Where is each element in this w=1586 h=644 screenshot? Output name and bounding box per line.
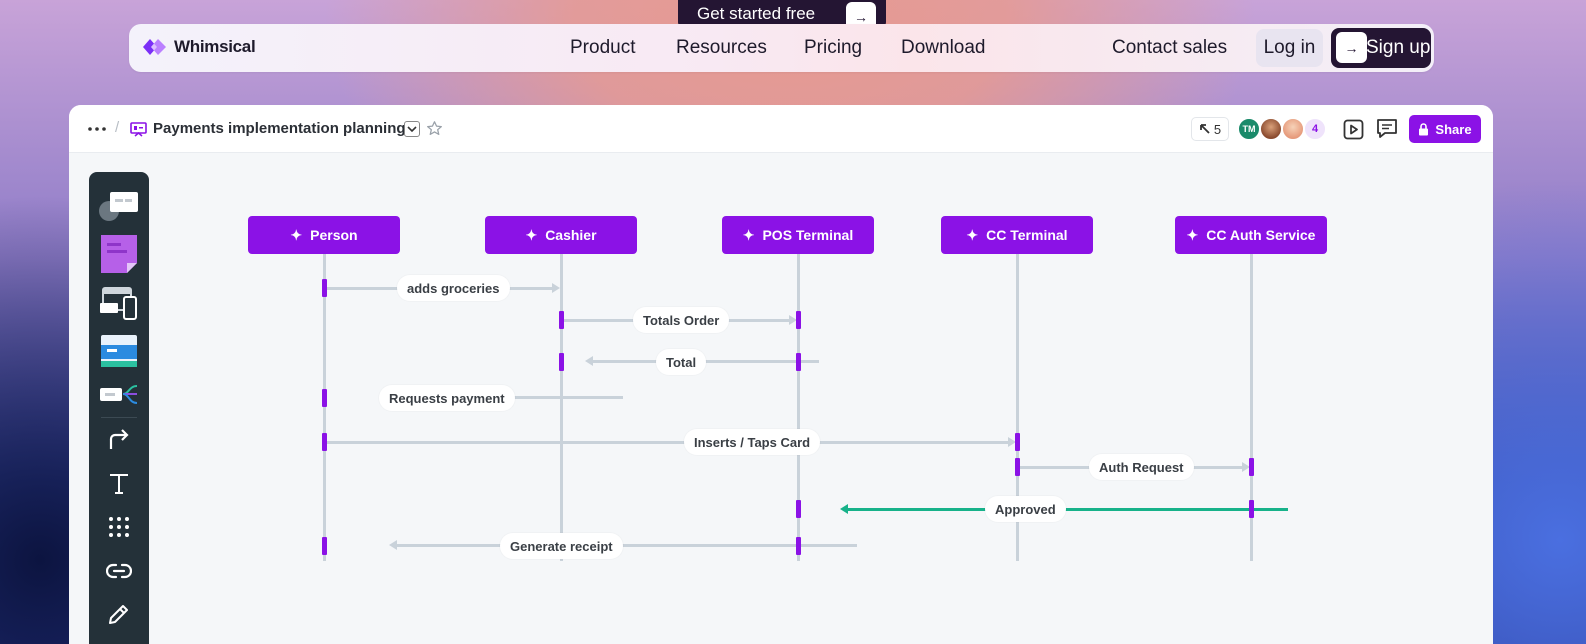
- activation-bar: [796, 311, 801, 329]
- message-label[interactable]: adds groceries: [397, 275, 510, 301]
- top-navbar: Whimsical Product Resources Pricing Down…: [129, 24, 1434, 72]
- lifeline-person: [323, 254, 326, 561]
- activation-bar: [322, 279, 327, 297]
- more-collaborators-badge[interactable]: 4: [1303, 117, 1327, 141]
- activation-bar: [796, 537, 801, 555]
- activation-bar: [796, 500, 801, 518]
- nav-download[interactable]: Download: [901, 37, 986, 59]
- breadcrumb-separator: /: [115, 119, 120, 136]
- message-label[interactable]: Totals Order: [633, 307, 730, 333]
- actor-cashier[interactable]: ✦ Cashier: [485, 216, 637, 254]
- sparkle-icon: ✦: [290, 226, 303, 243]
- activation-bar: [559, 311, 564, 329]
- actor-label: Cashier: [545, 227, 597, 243]
- activation-bar: [1015, 433, 1020, 451]
- sparkle-icon: ✦: [742, 226, 755, 243]
- activation-bar: [1249, 458, 1254, 476]
- chevron-down-icon[interactable]: [404, 121, 420, 137]
- message-label[interactable]: Inserts / Taps Card: [684, 429, 821, 455]
- activation-bar: [322, 537, 327, 555]
- message-line-approved[interactable]: [848, 508, 1288, 511]
- signup-button[interactable]: → Sign up: [1331, 28, 1431, 68]
- actor-cc-auth-service[interactable]: ✦ CC Auth Service: [1175, 216, 1327, 254]
- diagram-canvas[interactable]: ✦ Person ✦ Cashier ✦ POS Terminal ✦ CC Termi…: [69, 153, 1493, 644]
- message-label[interactable]: Total: [656, 349, 707, 375]
- arrowhead: [840, 504, 848, 514]
- present-icon[interactable]: [1341, 117, 1365, 141]
- sparkle-icon: ✦: [966, 226, 979, 243]
- message-label[interactable]: Auth Request: [1089, 454, 1194, 480]
- sparkle-icon: ✦: [525, 226, 538, 243]
- nav-pricing[interactable]: Pricing: [804, 37, 862, 59]
- message-label[interactable]: Generate receipt: [500, 533, 623, 559]
- message-line[interactable]: [397, 544, 857, 547]
- avatar[interactable]: [1259, 117, 1283, 141]
- lock-icon: [1419, 122, 1429, 135]
- app-window: / Payments implementation planning 5 TM …: [69, 105, 1493, 644]
- message-line[interactable]: [326, 441, 1008, 444]
- activation-bar: [1015, 458, 1020, 476]
- share-label: Share: [1435, 121, 1472, 137]
- comments-icon[interactable]: [1375, 117, 1399, 141]
- signup-label: Sign up: [1366, 37, 1431, 58]
- doc-title[interactable]: Payments implementation planning: [153, 120, 406, 137]
- nav-contact-sales[interactable]: Contact sales: [1112, 37, 1227, 59]
- whimsical-logo-icon: [143, 39, 166, 55]
- arrowhead: [552, 283, 560, 293]
- get-started-label: Get started free: [697, 4, 816, 23]
- actor-label: CC Auth Service: [1206, 227, 1316, 243]
- avatar[interactable]: TM: [1237, 117, 1261, 141]
- doc-header: / Payments implementation planning 5 TM …: [69, 105, 1493, 153]
- arrow-right-icon: →: [1336, 32, 1367, 63]
- nav-product[interactable]: Product: [570, 37, 635, 59]
- message-label[interactable]: Requests payment: [379, 385, 515, 411]
- actor-label: POS Terminal: [762, 227, 854, 243]
- message-label[interactable]: Approved: [985, 496, 1066, 522]
- actor-cc-terminal[interactable]: ✦ CC Terminal: [941, 216, 1093, 254]
- share-button[interactable]: Share: [1409, 115, 1481, 143]
- activation-bar: [322, 389, 327, 407]
- login-button[interactable]: Log in: [1256, 29, 1323, 67]
- brand-logo[interactable]: Whimsical: [141, 36, 256, 58]
- actor-label: CC Terminal: [986, 227, 1068, 243]
- lifeline-cashier: [560, 254, 563, 561]
- sparkle-icon: ✦: [1186, 226, 1199, 243]
- cursor-count[interactable]: 5: [1191, 117, 1229, 141]
- avatar[interactable]: [1281, 117, 1305, 141]
- cursor-count-value: 5: [1213, 121, 1222, 137]
- actor-label: Person: [310, 227, 358, 243]
- cursor-arrow-icon: [1199, 124, 1210, 134]
- activation-bar: [1249, 500, 1254, 518]
- arrowhead: [389, 540, 397, 550]
- activation-bar: [559, 353, 564, 371]
- activation-bar: [796, 353, 801, 371]
- activation-bar: [322, 433, 327, 451]
- more-options-icon[interactable]: [87, 122, 107, 136]
- arrowhead: [585, 356, 593, 366]
- brand-name: Whimsical: [174, 37, 256, 56]
- nav-resources[interactable]: Resources: [676, 37, 767, 59]
- actor-person[interactable]: ✦ Person: [248, 216, 400, 254]
- actor-pos-terminal[interactable]: ✦ POS Terminal: [722, 216, 874, 254]
- presentation-icon: [129, 120, 147, 138]
- star-icon[interactable]: [425, 119, 443, 137]
